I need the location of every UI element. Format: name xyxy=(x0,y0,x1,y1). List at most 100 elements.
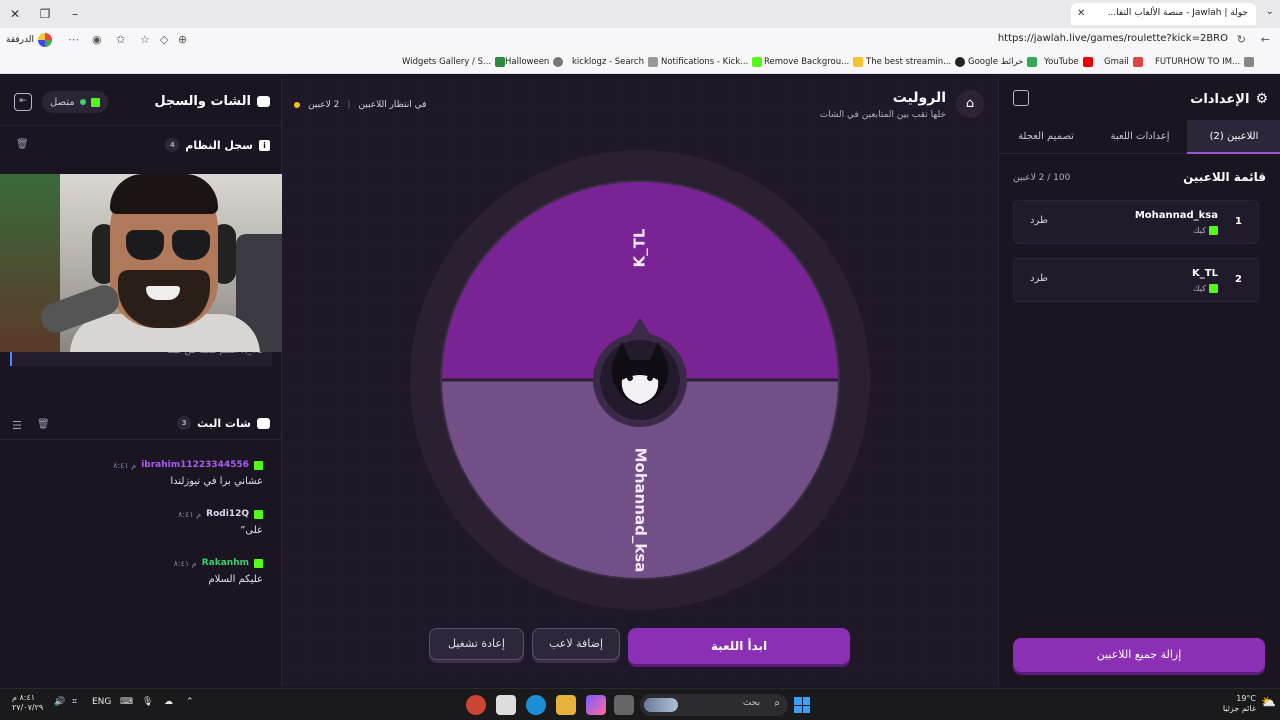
home-icon[interactable]: ⌂ xyxy=(956,90,984,118)
reload-icon[interactable]: ↻ xyxy=(1237,33,1246,46)
chat-username[interactable]: ibrahim11223344556 xyxy=(141,460,249,470)
collapse-panel-icon[interactable] xyxy=(1013,90,1029,106)
player-row: 2 K_TL كيك طرد xyxy=(1013,258,1259,302)
info-icon: i xyxy=(259,139,270,151)
player-number: 2 xyxy=(1235,274,1242,285)
edge-browser-icon[interactable] xyxy=(526,695,546,715)
tab-wheel-design[interactable]: تصميم العجلة xyxy=(999,120,1093,154)
game-status: في انتظار اللاعبين | 2 لاعبين xyxy=(294,100,426,110)
bookmark-youtube[interactable]: YouTube xyxy=(1044,57,1093,67)
bookmark-streaming[interactable]: The best streamin... xyxy=(866,57,966,67)
bookmark-halloween[interactable]: Halloween xyxy=(505,57,564,67)
webcam-hair xyxy=(110,174,218,214)
stream-chat-title: شات البث xyxy=(197,416,251,430)
collapse-panel-icon[interactable]: ⇤ xyxy=(14,93,32,111)
add-player-button[interactable]: إضافة لاعب xyxy=(532,628,620,660)
status-dot-icon xyxy=(294,102,300,108)
clock[interactable]: ٨:٤١ م ٢٧/٠٧/٢٩ xyxy=(12,693,43,713)
chevron-up-icon[interactable]: ⌃ xyxy=(186,697,194,707)
windows-start-icon[interactable] xyxy=(794,697,810,713)
gmail-icon xyxy=(1132,57,1143,67)
collections-icon[interactable]: ✩ xyxy=(116,33,125,46)
favorite-icon[interactable]: ☆ xyxy=(140,33,150,46)
close-window-icon[interactable]: ✕ xyxy=(6,5,24,23)
bookmark-gmail[interactable]: Gmail xyxy=(1104,57,1143,67)
remove-bg-icon xyxy=(853,57,864,67)
store-icon[interactable] xyxy=(496,695,516,715)
taskbar: ٨:٤١ م ٢٧/٠٧/٢٩ 🔊 ⌗ ENG ⌨ 🎙 ☁ ⌃ ⌕ بحث 19… xyxy=(0,688,1280,720)
kick-icon xyxy=(254,509,263,519)
network-icon[interactable]: ⌗ xyxy=(72,697,77,707)
extension-icon[interactable]: ◇ xyxy=(160,33,168,46)
player-name: K_TL xyxy=(1192,268,1218,279)
bookmark-remove-bg[interactable]: Remove Backgrou... xyxy=(764,57,864,67)
copilot-icon[interactable] xyxy=(586,695,606,715)
start-game-button[interactable]: ابدأ اللعبة xyxy=(628,628,850,664)
chat-time: م ٨:٤١ xyxy=(113,460,137,470)
kick-icon xyxy=(254,460,263,470)
tab-title: جولة | Jawlah - منصة الألعاب التفا... xyxy=(1107,8,1248,18)
chat-username[interactable]: Rakanhm xyxy=(202,558,249,568)
search-highlight-art xyxy=(644,698,678,712)
game-title: الروليت xyxy=(892,90,946,106)
webcam-mouth xyxy=(146,286,180,300)
mic-icon[interactable]: 🎙 xyxy=(142,697,153,707)
account-icon[interactable]: ◉ xyxy=(92,33,102,46)
chat-username[interactable]: Rodi12Q xyxy=(206,509,249,519)
search-icon xyxy=(647,57,658,67)
kick-player-button[interactable]: طرد xyxy=(1030,273,1048,284)
minimize-window-icon[interactable]: – xyxy=(66,5,84,23)
profile-button[interactable]: الدرفقة xyxy=(6,32,52,48)
remove-all-players-button[interactable]: إزالة جميع اللاعبين xyxy=(1013,638,1265,672)
globe-icon xyxy=(553,57,564,67)
file-explorer-icon[interactable] xyxy=(556,695,576,715)
kick-icon xyxy=(90,97,100,107)
kick-icon xyxy=(1209,284,1218,293)
clear-log-trash-icon[interactable]: 🗑 xyxy=(16,139,29,150)
chat-message: Rakanhm م ٨:٤١ عليكم السلام xyxy=(23,558,263,585)
player-row: 1 Mohannad_ksa كيك طرد xyxy=(1013,200,1259,244)
kick-player-button[interactable]: طرد xyxy=(1030,215,1048,226)
chat-text: عليكم السلام xyxy=(208,574,263,585)
clear-chat-trash-icon[interactable]: 🗑 xyxy=(37,419,50,430)
bookmark-kicklogz[interactable]: kicklogz - Search xyxy=(572,57,658,67)
chat-panel-header: الشات والسجل متصل ⇤ xyxy=(0,78,282,126)
tab-menu-icon[interactable]: ⌄ xyxy=(1266,6,1274,17)
forward-icon[interactable]: ← xyxy=(1261,33,1270,46)
browser-tab[interactable]: ✕ جولة | Jawlah - منصة الألعاب التفا... xyxy=(1071,3,1256,25)
browser-tab-bar: ✕ ❐ – + ✕ جولة | Jawlah - منصة الألعاب ا… xyxy=(0,0,1280,28)
restore-window-icon[interactable]: ❐ xyxy=(36,5,54,23)
segment-label: K_TL xyxy=(631,228,649,267)
taskbar-search[interactable]: ⌕ بحث xyxy=(640,694,788,716)
keyboard-icon[interactable]: ⌨ xyxy=(120,697,133,707)
tab-game-settings[interactable]: إعدادات اللعبة xyxy=(1093,120,1187,154)
chat-message: ibrahim11223344556 م ٨:٤١ عشاني برا في ن… xyxy=(23,460,263,487)
bookmark-notifications[interactable]: Notifications - Kick... xyxy=(661,57,763,67)
volume-icon[interactable]: 🔊 xyxy=(54,697,65,707)
cloud-icon[interactable]: ☁ xyxy=(164,697,173,707)
player-platform: كيك xyxy=(1193,226,1206,235)
address-bar: الدرفقة ⋯ ◉ ✩ ☆ ◇ ⊕ https://jawlah.live/… xyxy=(0,28,1280,52)
zoom-icon[interactable]: ⊕ xyxy=(178,33,187,46)
roulette-wheel[interactable]: K_TL Mohannad_ksa xyxy=(408,148,872,612)
reset-button[interactable]: إعادة تشغيل xyxy=(429,628,524,660)
search-placeholder: بحث xyxy=(742,698,760,708)
widgets-icon xyxy=(495,57,506,67)
clock-time: ٨:٤١ م xyxy=(12,693,36,702)
chat-icon xyxy=(257,417,270,429)
roulette-main: ⌂ الروليت خلها تقب بين المتابعين في الشا… xyxy=(282,78,998,686)
bookmark-widgets[interactable]: Widgets Gallery / S... xyxy=(402,57,506,67)
weather-widget[interactable]: 19°C غائم جزئيا xyxy=(1223,694,1256,714)
bookmark-futurhow[interactable]: FUTURHOW TO IM... xyxy=(1155,57,1255,67)
task-view-icon[interactable] xyxy=(614,695,634,715)
input-language[interactable]: ENG xyxy=(92,697,111,707)
url-field[interactable]: https://jawlah.live/games/roulette?kick=… xyxy=(998,33,1228,44)
tab-close-icon[interactable]: ✕ xyxy=(1077,8,1085,19)
tab-players[interactable]: اللاعبين (2) xyxy=(1187,120,1280,154)
filter-icon[interactable]: ☰ xyxy=(12,419,22,432)
more-options-icon[interactable]: ⋯ xyxy=(68,33,79,46)
online-dot-icon xyxy=(79,99,86,105)
app-icon-recorder[interactable] xyxy=(466,695,486,715)
segment-label: Mohannad_ksa xyxy=(632,448,650,573)
bookmark-google-maps[interactable]: Google خرائط xyxy=(968,57,1038,67)
